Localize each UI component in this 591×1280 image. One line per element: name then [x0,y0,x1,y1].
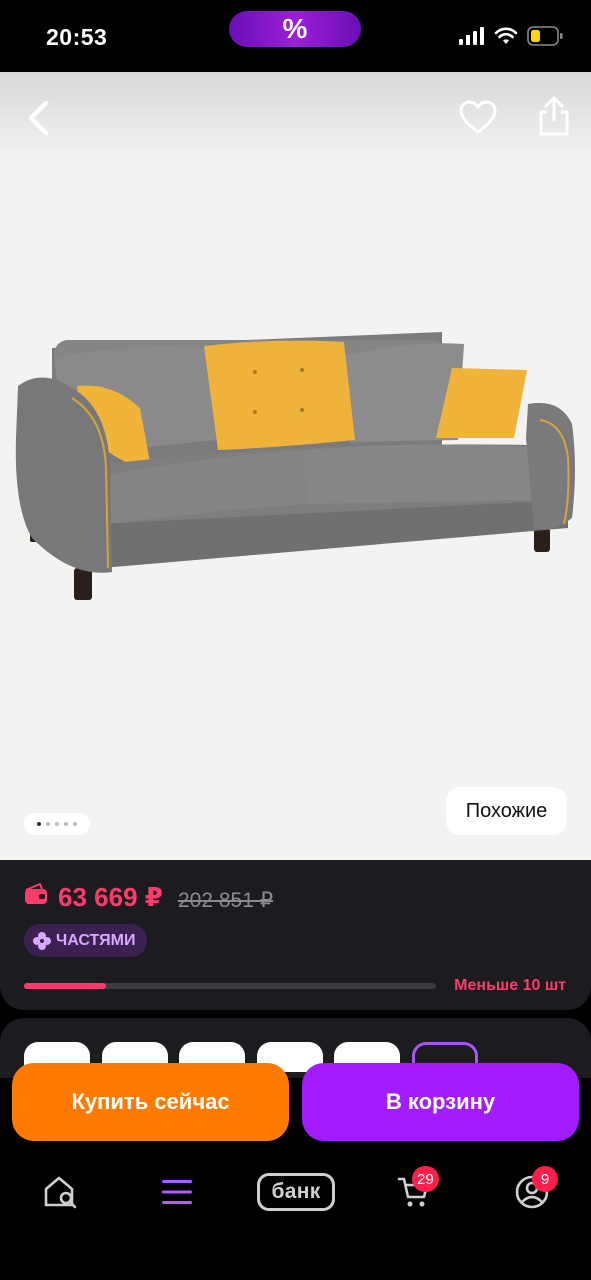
status-bar: 20:53 % [0,0,591,72]
wifi-icon [494,27,518,44]
battery-icon [527,26,563,46]
installments-label: ЧАСТЯМИ [56,931,136,949]
nav-catalog[interactable] [147,1170,207,1214]
stock-progress [24,983,436,989]
installments-badge[interactable]: ЧАСТЯМИ [24,924,148,957]
nav-bank[interactable]: банк [256,1170,336,1214]
status-icons [459,26,563,46]
share-icon[interactable] [534,94,574,138]
page-dot [46,822,50,826]
bank-logo: банк [257,1173,335,1211]
buy-now-button[interactable]: Купить сейчас [12,1063,289,1141]
price-card: 63 669 ₽ 202 851 ₽ ЧАСТЯМИ Меньше 10 шт [0,860,591,1010]
page-dot [55,822,59,826]
back-icon[interactable] [22,98,56,138]
heart-icon[interactable] [458,98,498,138]
product-image [15,332,575,600]
similar-button[interactable]: Похожие [446,787,567,835]
product-gallery[interactable]: Похожие [0,72,591,860]
action-buttons: Купить сейчас В корзину [0,1060,591,1150]
cart-badge: 29 [412,1166,439,1192]
nav-cart[interactable]: 29 [384,1166,444,1214]
menu-icon [162,1180,192,1204]
product-page: 20:53 % Похожие 63 669 ₽ 202 851 ₽ ЧАСТЯ… [0,0,591,1280]
gallery-pagination[interactable] [24,813,90,835]
page-dot [73,822,77,826]
percent-icon: % [282,13,308,44]
home-search-icon [44,1176,77,1209]
add-to-cart-button[interactable]: В корзину [302,1063,579,1141]
stock-progress-fill [24,983,107,989]
stock-label: Меньше 10 шт [454,977,566,994]
promo-pill[interactable]: % [229,11,361,47]
nav-profile[interactable]: 9 [502,1166,562,1214]
signal-icon [459,27,484,45]
flower-icon [33,931,51,950]
bottom-nav: банк 29 9 [0,1150,591,1280]
wallet-icon [25,883,47,904]
gallery-top-shade [0,72,591,162]
page-dot [37,822,41,826]
nav-home[interactable] [30,1170,90,1214]
old-price: 202 851 ₽ [178,889,274,912]
status-time: 20:53 [46,24,108,50]
page-dot [64,822,68,826]
current-price: 63 669 ₽ [58,882,163,912]
profile-badge: 9 [532,1166,558,1192]
